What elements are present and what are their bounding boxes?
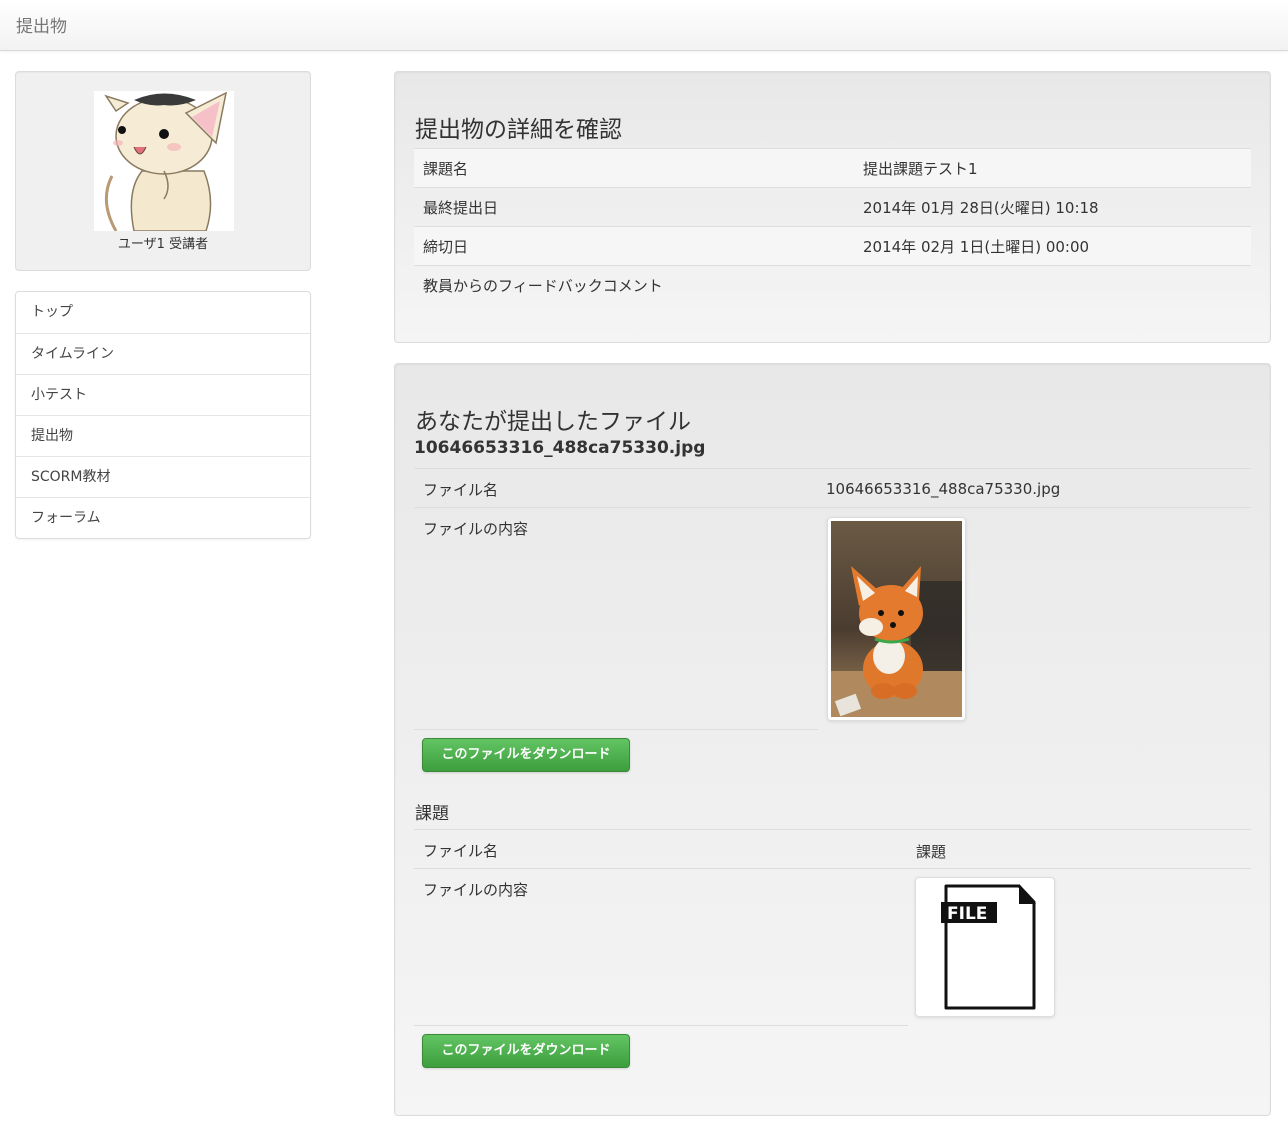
divider — [414, 868, 1251, 869]
details-row-bg — [414, 148, 1251, 187]
divider — [414, 148, 1251, 149]
submitted-image-thumbnail[interactable] — [827, 517, 966, 721]
avatar — [94, 91, 234, 232]
divider — [414, 226, 1251, 227]
divider — [414, 729, 818, 730]
submitted-file-name-label: ファイル名 — [423, 481, 499, 499]
download-assignment-file-button[interactable]: このファイルをダウンロード — [422, 1034, 630, 1068]
profile-box: ユーザ1 受講者 — [15, 71, 311, 271]
submitted-files-panel: あなたが提出したファイル 10646653316_488ca75330.jpg … — [394, 363, 1271, 1116]
download-submitted-file-button[interactable]: このファイルをダウンロード — [422, 738, 630, 772]
sidebar-item-submissions[interactable]: 提出物 — [16, 415, 310, 456]
submission-details-panel: 提出物の詳細を確認 課題名 提出課題テスト1 最終提出日 2014年 01月 2… — [394, 71, 1271, 343]
deadline-value: 2014年 02月 1日(土曜日) 00:00 — [863, 238, 1090, 256]
assignment-file-thumbnail[interactable]: FILE — [915, 877, 1055, 1017]
assignment-file-name-value: 課題 — [916, 843, 947, 861]
sidebar-nav: トップ タイムライン 小テスト 提出物 SCORM教材 フォーラム — [15, 291, 311, 539]
submitted-file-content-label: ファイルの内容 — [423, 520, 529, 538]
file-icon-label: FILE — [947, 904, 987, 924]
sidebar-item-top[interactable]: トップ — [16, 292, 310, 333]
sidebar-item-forum[interactable]: フォーラム — [16, 497, 310, 538]
top-navbar: 提出物 — [0, 0, 1288, 51]
assignment-file-name-label: ファイル名 — [423, 842, 499, 860]
divider — [414, 468, 1251, 469]
divider — [414, 829, 1251, 830]
sidebar-item-timeline[interactable]: タイムライン — [16, 333, 310, 374]
assignment-heading: 課題 — [415, 804, 449, 824]
last-submitted-label: 最終提出日 — [423, 199, 499, 217]
divider — [414, 265, 1251, 266]
divider — [414, 507, 1251, 508]
sidebar-item-quiz[interactable]: 小テスト — [16, 374, 310, 415]
assignment-name-label: 課題名 — [423, 160, 469, 178]
feedback-label: 教員からのフィードバックコメント — [423, 277, 663, 295]
submitted-file-title: 10646653316_488ca75330.jpg — [414, 438, 706, 458]
navbar-brand[interactable]: 提出物 — [16, 12, 67, 37]
divider — [414, 187, 1251, 188]
deadline-label: 締切日 — [423, 238, 469, 256]
assignment-file-content-label: ファイルの内容 — [423, 881, 529, 899]
details-row-bg — [414, 226, 1251, 265]
divider — [414, 1025, 908, 1026]
profile-name: ユーザ1 受講者 — [117, 237, 209, 252]
submitted-file-name-value: 10646653316_488ca75330.jpg — [826, 480, 1061, 498]
last-submitted-value: 2014年 01月 28日(火曜日) 10:18 — [863, 199, 1099, 217]
file-icon: FILE — [941, 884, 1036, 1010]
submitted-files-heading: あなたが提出したファイル — [415, 409, 691, 435]
sidebar-item-scorm[interactable]: SCORM教材 — [16, 456, 310, 497]
details-heading: 提出物の詳細を確認 — [415, 117, 622, 143]
assignment-name-value: 提出課題テスト1 — [863, 160, 978, 178]
